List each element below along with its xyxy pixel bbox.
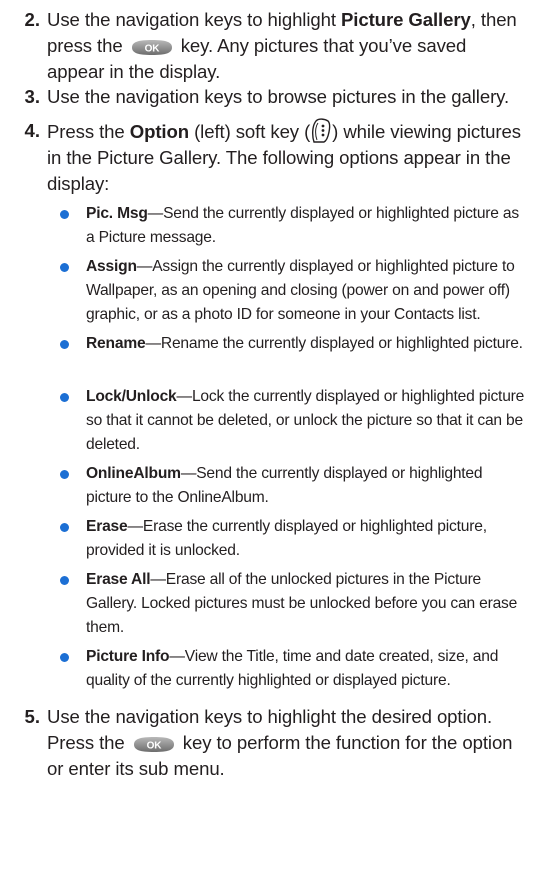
bullet-icon — [60, 653, 69, 662]
option-term: OnlineAlbum — [86, 465, 181, 482]
option-term: Rename — [86, 335, 146, 352]
option-term: Pic. Msg — [86, 205, 148, 222]
left-soft-key-icon — [310, 118, 332, 144]
step-number: 4. — [24, 120, 40, 141]
bullet-icon — [60, 576, 69, 585]
option-term: Erase — [86, 518, 128, 535]
ok-key-label: OK — [146, 741, 162, 752]
option-description: Rename the currently displayed or highli… — [160, 335, 523, 352]
step-text: Use the navigation keys to browse pictur… — [47, 86, 510, 107]
step-number: 5. — [24, 706, 40, 727]
step-number: 3. — [24, 86, 40, 107]
manual-page: 2. Use the navigation keys to highlight … — [0, 0, 540, 890]
step-number: 2. — [24, 9, 40, 30]
option-term: Lock/Unlock — [86, 388, 177, 405]
ok-key-icon: OK — [130, 39, 174, 56]
bullet-icon — [60, 210, 69, 219]
step-text: Use the navigation keys to highlight the… — [47, 706, 513, 779]
option-term: Assign — [86, 258, 137, 275]
ok-key-icon: OK — [132, 736, 176, 753]
bullet-icon — [60, 393, 69, 402]
option-description: Erase the currently displayed or highlig… — [86, 518, 487, 559]
option-term: Option — [129, 121, 190, 142]
step-text: Use the navigation keys to highlight Pic… — [47, 9, 517, 82]
option-term: Erase All — [86, 571, 151, 588]
picture-gallery-term: Picture Gallery — [340, 9, 471, 30]
step-text: Press the Option (left) soft key () whil… — [47, 118, 527, 197]
bullet-icon — [60, 470, 69, 479]
option-term: Picture Info — [86, 648, 170, 665]
bullet-icon — [60, 263, 69, 272]
bullet-icon — [60, 340, 69, 349]
ok-key-label: OK — [144, 44, 160, 55]
bullet-icon — [60, 523, 69, 532]
